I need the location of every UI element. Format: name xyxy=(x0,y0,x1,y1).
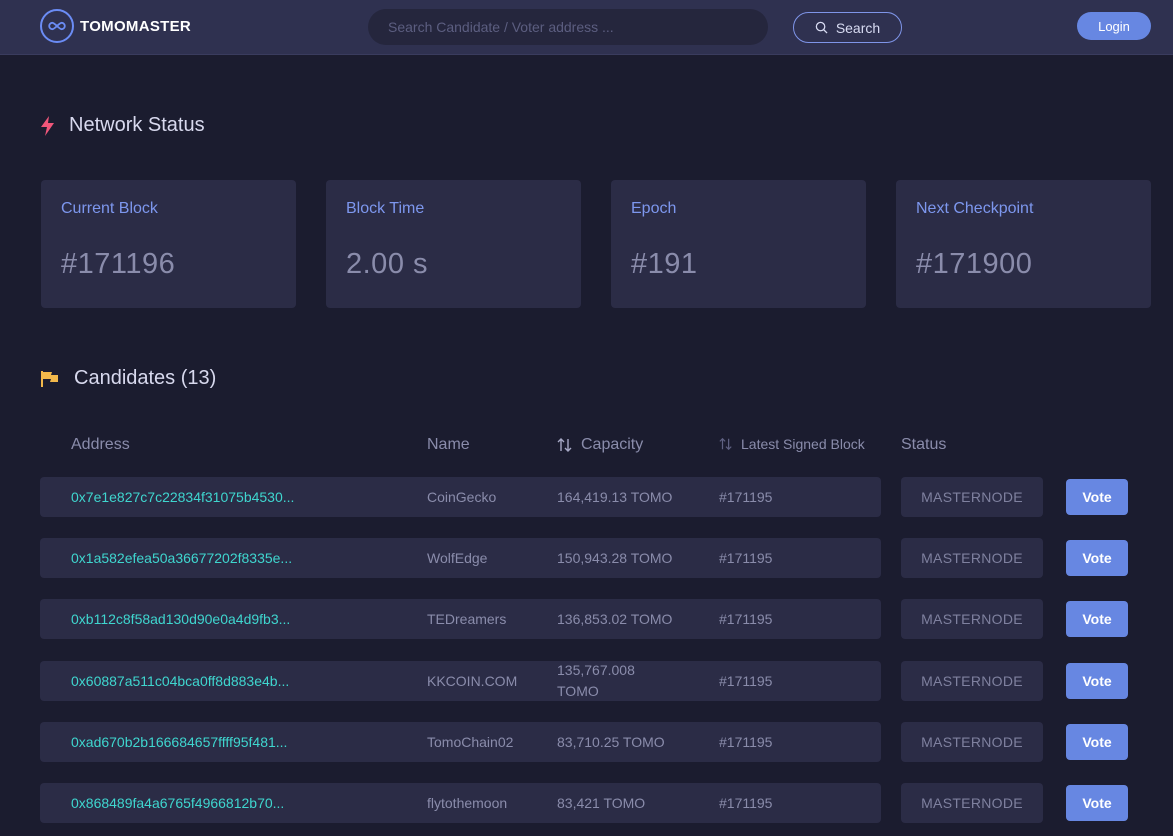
card-label: Current Block xyxy=(61,200,158,217)
vote-button[interactable]: Vote xyxy=(1066,785,1128,821)
search-button[interactable]: Search xyxy=(793,12,902,43)
vote-button[interactable]: Vote xyxy=(1066,479,1128,515)
logo[interactable]: TOMOMASTER xyxy=(40,9,191,43)
status-badge: MASTERNODE xyxy=(901,599,1043,639)
candidates-heading: Candidates (13) xyxy=(40,367,216,390)
sort-icon[interactable] xyxy=(719,437,733,451)
lightning-bolt-icon xyxy=(40,115,55,136)
status-badge: MASTERNODE xyxy=(901,477,1043,517)
candidate-capacity: 83,421 TOMO xyxy=(557,794,646,811)
vote-button[interactable]: Vote xyxy=(1066,663,1128,699)
card-value: #171900 xyxy=(916,248,1033,280)
top-navbar: TOMOMASTER Search Login xyxy=(0,0,1173,55)
network-status-title: Network Status xyxy=(69,114,205,136)
column-label: Capacity xyxy=(581,436,644,453)
candidate-latest-block: #171195 xyxy=(719,550,773,566)
candidate-name: WolfEdge xyxy=(427,550,488,566)
status-badge: MASTERNODE xyxy=(901,661,1043,701)
block-time-card: Block Time 2.00 s xyxy=(326,180,581,308)
current-block-card: Current Block #171196 xyxy=(41,180,296,308)
column-header-address: Address xyxy=(71,436,130,454)
candidates-table-header: Address Name Capacity Latest Signed Bloc… xyxy=(40,430,1150,458)
card-value: 2.00 s xyxy=(346,248,428,280)
card-value: #191 xyxy=(631,248,698,280)
search-button-label: Search xyxy=(835,19,881,36)
sort-icon[interactable] xyxy=(557,437,573,453)
column-header-capacity[interactable]: Capacity xyxy=(557,436,643,454)
column-header-latest-signed-block[interactable]: Latest Signed Block xyxy=(719,436,865,452)
candidate-capacity: 164,419.13 TOMO xyxy=(557,488,673,505)
flag-icon xyxy=(40,370,60,388)
candidate-capacity: 136,853.02 TOMO xyxy=(557,610,673,627)
card-label: Epoch xyxy=(631,200,677,217)
column-label: Latest Signed Block xyxy=(741,436,865,452)
table-row[interactable]: 0x60887a511c04bca0ff8d883e4b... KKCOIN.C… xyxy=(40,661,1150,701)
column-header-name: Name xyxy=(427,436,470,454)
vote-button[interactable]: Vote xyxy=(1066,724,1128,760)
column-label: Status xyxy=(901,436,947,453)
table-row[interactable]: 0x7e1e827c7c22834f31075b4530... CoinGeck… xyxy=(40,477,1150,517)
candidate-name: KKCOIN.COM xyxy=(427,673,518,689)
next-checkpoint-card: Next Checkpoint #171900 xyxy=(896,180,1151,308)
candidate-latest-block: #171195 xyxy=(719,734,773,750)
table-row[interactable]: 0x868489fa4a6765f4966812b70... flytothem… xyxy=(40,783,1150,823)
login-button[interactable]: Login xyxy=(1077,12,1151,40)
column-label: Name xyxy=(427,436,470,453)
infinity-logo-icon xyxy=(40,9,74,43)
search-icon xyxy=(815,21,828,34)
candidate-capacity: 83,710.25 TOMO xyxy=(557,733,665,750)
candidate-latest-block: #171195 xyxy=(719,611,773,627)
table-row[interactable]: 0xb112c8f58ad130d90e0a4d9fb3... TEDreame… xyxy=(40,599,1150,639)
table-row[interactable]: 0x1a582efea50a36677202f8335e... WolfEdge… xyxy=(40,538,1150,578)
search-input[interactable] xyxy=(368,9,768,45)
candidate-address-link[interactable]: 0xad670b2b166684657ffff95f481... xyxy=(71,722,287,762)
candidate-name: TomoChain02 xyxy=(427,734,514,750)
candidate-address-link[interactable]: 0xb112c8f58ad130d90e0a4d9fb3... xyxy=(71,599,290,639)
card-label: Block Time xyxy=(346,200,425,217)
candidate-address-link[interactable]: 0x7e1e827c7c22834f31075b4530... xyxy=(71,477,294,517)
epoch-card: Epoch #191 xyxy=(611,180,866,308)
candidate-address-link[interactable]: 0x868489fa4a6765f4966812b70... xyxy=(71,783,284,823)
status-badge: MASTERNODE xyxy=(901,722,1043,762)
candidate-name: flytothemoon xyxy=(427,795,508,811)
status-badge: MASTERNODE xyxy=(901,783,1043,823)
table-row[interactable]: 0xad670b2b166684657ffff95f481... TomoCha… xyxy=(40,722,1150,762)
column-label: Address xyxy=(71,436,130,453)
candidate-name: CoinGecko xyxy=(427,489,497,505)
candidate-latest-block: #171195 xyxy=(719,489,773,505)
candidate-name: TEDreamers xyxy=(427,611,507,627)
vote-button[interactable]: Vote xyxy=(1066,540,1128,576)
candidate-latest-block: #171195 xyxy=(719,795,773,811)
candidate-capacity: 150,943.28 TOMO xyxy=(557,549,673,566)
status-badge: MASTERNODE xyxy=(901,538,1043,578)
candidate-capacity: 135,767.008 TOMO xyxy=(557,662,635,699)
vote-button[interactable]: Vote xyxy=(1066,601,1128,637)
card-value: #171196 xyxy=(61,248,176,280)
candidates-title: Candidates (13) xyxy=(74,367,217,389)
logo-text: TOMOMASTER xyxy=(80,17,192,35)
candidate-address-link[interactable]: 0x1a582efea50a36677202f8335e... xyxy=(71,538,292,578)
candidate-latest-block: #171195 xyxy=(719,673,773,689)
network-status-heading: Network Status xyxy=(40,114,205,137)
candidate-address-link[interactable]: 0x60887a511c04bca0ff8d883e4b... xyxy=(71,661,289,701)
column-header-status: Status xyxy=(901,436,946,454)
card-label: Next Checkpoint xyxy=(916,200,1034,217)
